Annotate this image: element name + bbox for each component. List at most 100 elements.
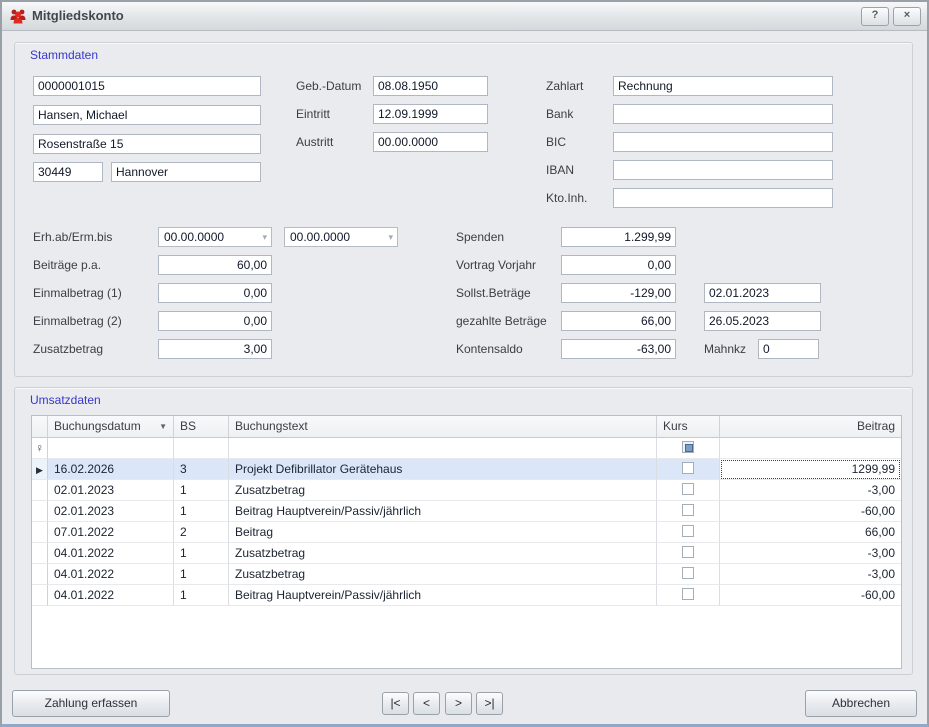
gezahlte-betraege-field[interactable] — [561, 311, 676, 331]
datum-cell: 07.01.2022 — [48, 522, 174, 543]
beitraege-pa-label: Beiträge p.a. — [33, 255, 101, 275]
geb-datum-label: Geb.-Datum — [296, 76, 361, 96]
kurs-checkbox[interactable] — [682, 567, 694, 579]
erm-bis-combo[interactable]: 00.00.0000 ▾ — [284, 227, 398, 247]
nav-next-button[interactable]: > — [445, 692, 472, 715]
column-header-kurs[interactable]: Kurs — [657, 416, 720, 438]
filter-kurs-cell[interactable] — [657, 438, 720, 459]
bs-cell: 1 — [174, 564, 229, 585]
einmalbetrag1-field[interactable] — [158, 283, 272, 303]
street-field[interactable] — [33, 134, 261, 154]
vortrag-vorjahr-field[interactable] — [561, 255, 676, 275]
text-cell: Beitrag — [229, 522, 657, 543]
iban-field[interactable] — [613, 160, 833, 180]
row-indicator — [32, 585, 48, 606]
filter-datum-cell[interactable] — [48, 438, 174, 459]
austritt-label: Austritt — [296, 132, 333, 152]
close-button[interactable]: × — [893, 7, 921, 26]
iban-label: IBAN — [546, 160, 574, 180]
table-row[interactable]: 04.01.2022 1 Zusatzbetrag -3,00 — [32, 543, 901, 564]
column-header-beitrag[interactable]: Beitrag — [720, 416, 901, 438]
zip-field[interactable] — [33, 162, 103, 182]
kurs-filter-checkbox[interactable] — [682, 441, 694, 453]
filter-bs-cell[interactable] — [174, 438, 229, 459]
table-row[interactable]: ▶ 16.02.2026 3 Projekt Defibrillator Ger… — [32, 459, 901, 480]
beitraege-pa-field[interactable] — [158, 255, 272, 275]
vortrag-vorjahr-label: Vortrag Vorjahr — [456, 255, 536, 275]
column-header-buchungsdatum[interactable]: Buchungsdatum▼ — [48, 416, 174, 438]
kurs-cell — [657, 543, 720, 564]
table-row[interactable]: 04.01.2022 1 Beitrag Hauptverein/Passiv/… — [32, 585, 901, 606]
row-indicator — [32, 564, 48, 585]
kurs-checkbox[interactable] — [682, 525, 694, 537]
table-row[interactable]: 04.01.2022 1 Zusatzbetrag -3,00 — [32, 564, 901, 585]
bank-field[interactable] — [613, 104, 833, 124]
sort-desc-icon[interactable]: ▼ — [159, 416, 167, 437]
spenden-field[interactable] — [561, 227, 676, 247]
mahnkz-label: Mahnkz — [704, 339, 746, 359]
geb-datum-field[interactable] — [373, 76, 488, 96]
filter-text-cell[interactable] — [229, 438, 657, 459]
sollst-betraege-field[interactable] — [561, 283, 676, 303]
table-row[interactable]: 07.01.2022 2 Beitrag 66,00 — [32, 522, 901, 543]
gezahlte-datum-field[interactable] — [704, 311, 821, 331]
city-field[interactable] — [111, 162, 261, 182]
kurs-cell — [657, 585, 720, 606]
text-cell: Zusatzbetrag — [229, 543, 657, 564]
spenden-label: Spenden — [456, 227, 504, 247]
text-cell: Zusatzbetrag — [229, 564, 657, 585]
erh-ab-combo[interactable]: 00.00.0000 ▾ — [158, 227, 272, 247]
nav-first-button[interactable]: |< — [382, 692, 409, 715]
row-indicator — [32, 522, 48, 543]
datum-cell: 04.01.2022 — [48, 585, 174, 606]
kurs-checkbox[interactable] — [682, 483, 694, 495]
sollst-datum-field[interactable] — [704, 283, 821, 303]
kontensaldo-label: Kontensaldo — [456, 339, 523, 359]
abbrechen-button[interactable]: Abbrechen — [805, 690, 917, 717]
datum-cell: 04.01.2022 — [48, 543, 174, 564]
title-bar: Mitgliedskonto ? × — [2, 2, 927, 31]
text-cell: Beitrag Hauptverein/Passiv/jährlich — [229, 585, 657, 606]
zahlart-field[interactable] — [613, 76, 833, 96]
kurs-cell — [657, 564, 720, 585]
umsatz-table: Buchungsdatum▼ BS Buchungstext Kurs Beit… — [31, 415, 902, 669]
member-name-field[interactable] — [33, 105, 261, 125]
kurs-checkbox[interactable] — [682, 504, 694, 516]
filter-beitrag-cell[interactable] — [720, 438, 901, 459]
dropdown-arrow-icon[interactable]: ▾ — [388, 228, 393, 246]
help-button[interactable]: ? — [861, 7, 889, 26]
nav-last-button[interactable]: >| — [476, 692, 503, 715]
table-row[interactable]: 02.01.2023 1 Zusatzbetrag -3,00 — [32, 480, 901, 501]
beitrag-cell: -3,00 — [720, 543, 901, 564]
einmalbetrag2-field[interactable] — [158, 311, 272, 331]
zusatzbetrag-field[interactable] — [158, 339, 272, 359]
austritt-field[interactable] — [373, 132, 488, 152]
einmalbetrag1-label: Einmalbetrag (1) — [33, 283, 122, 303]
column-header-buchungstext[interactable]: Buchungstext — [229, 416, 657, 438]
bs-cell: 3 — [174, 459, 229, 480]
bic-field[interactable] — [613, 132, 833, 152]
sollst-betraege-label: Sollst.Beträge — [456, 283, 531, 303]
table-row[interactable]: 02.01.2023 1 Beitrag Hauptverein/Passiv/… — [32, 501, 901, 522]
datum-cell: 04.01.2022 — [48, 564, 174, 585]
dropdown-arrow-icon[interactable]: ▾ — [262, 228, 267, 246]
kurs-checkbox[interactable] — [682, 588, 694, 600]
zahlung-erfassen-button[interactable]: Zahlung erfassen — [12, 690, 170, 717]
current-row-marker-icon: ▶ — [36, 465, 43, 475]
mahnkz-field[interactable] — [758, 339, 819, 359]
text-cell: Projekt Defibrillator Gerätehaus — [229, 459, 657, 480]
beitrag-cell: 66,00 — [720, 522, 901, 543]
kurs-checkbox[interactable] — [682, 462, 694, 474]
kto-inh-field[interactable] — [613, 188, 833, 208]
bs-cell: 1 — [174, 543, 229, 564]
nav-prev-button[interactable]: < — [413, 692, 440, 715]
eintritt-field[interactable] — [373, 104, 488, 124]
kontensaldo-field[interactable] — [561, 339, 676, 359]
column-header-bs[interactable]: BS — [174, 416, 229, 438]
kurs-checkbox[interactable] — [682, 546, 694, 558]
erh-ab-erm-bis-label: Erh.ab/Erm.bis — [33, 227, 112, 247]
beitrag-cell-focused[interactable]: 1299,99 — [720, 459, 901, 480]
text-cell: Zusatzbetrag — [229, 480, 657, 501]
member-id-field[interactable] — [33, 76, 261, 96]
datum-cell: 02.01.2023 — [48, 501, 174, 522]
